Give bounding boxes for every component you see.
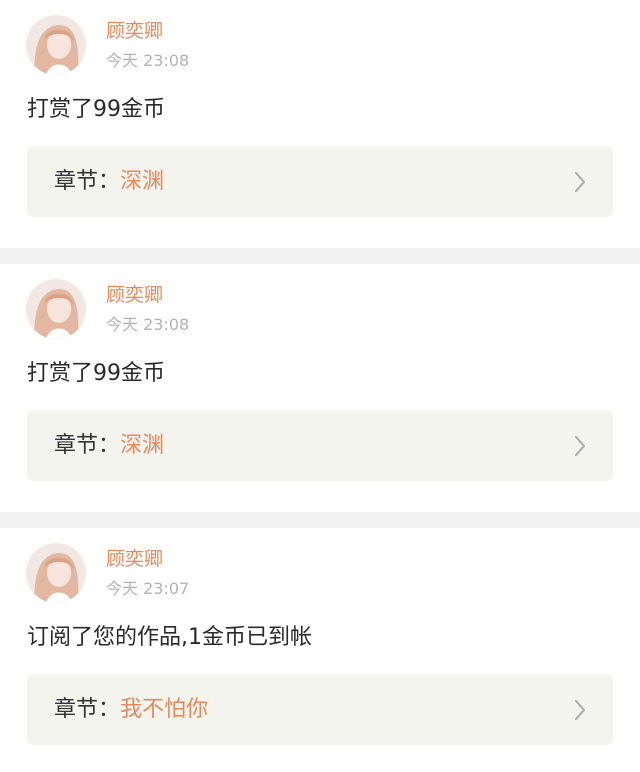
chapter-label-row: 章节：深渊	[54, 167, 164, 197]
username[interactable]: 顾奕卿	[106, 546, 163, 572]
notification-card: 顾奕卿 今天 23:08 打赏了99金币 章节：深渊	[0, 264, 640, 512]
chapter-link[interactable]: 章节：深渊	[27, 410, 613, 481]
chapter-title: 我不怕你	[120, 697, 209, 722]
chapter-label: 章节：	[54, 169, 121, 194]
message-text: 订阅了您的作品,1金币已到帐	[27, 625, 312, 650]
chapter-label: 章节：	[54, 433, 121, 458]
avatar[interactable]	[26, 543, 86, 603]
chapter-title: 深渊	[120, 169, 165, 194]
notification-card: 顾奕卿 今天 23:07 订阅了您的作品,1金币已到帐 章节：我不怕你	[0, 528, 640, 772]
notification-card: 顾奕卿 今天 23:08 打赏了99金币 章节：深渊	[0, 0, 640, 248]
chevron-right-icon	[574, 171, 586, 193]
username[interactable]: 顾奕卿	[106, 18, 163, 44]
timestamp: 今天 23:07	[106, 579, 190, 598]
chapter-label: 章节：	[54, 697, 121, 722]
username[interactable]: 顾奕卿	[106, 282, 163, 308]
message-text: 打赏了99金币	[27, 97, 165, 122]
avatar[interactable]	[26, 15, 86, 75]
avatar-image	[26, 15, 86, 75]
chapter-link[interactable]: 章节：我不怕你	[27, 674, 613, 745]
timestamp: 今天 23:08	[106, 51, 190, 70]
chapter-link[interactable]: 章节：深渊	[27, 146, 613, 217]
timestamp: 今天 23:08	[106, 315, 190, 334]
notification-feed: 顾奕卿 今天 23:08 打赏了99金币 章节：深渊 顾奕卿 今天 23:08 …	[0, 0, 640, 772]
chapter-label-row: 章节：我不怕你	[54, 695, 208, 725]
chapter-title: 深渊	[120, 433, 165, 458]
avatar[interactable]	[26, 279, 86, 339]
message-text: 打赏了99金币	[27, 361, 165, 386]
chevron-right-icon	[574, 435, 586, 457]
avatar-image	[26, 279, 86, 339]
avatar-image	[26, 543, 86, 603]
chevron-right-icon	[574, 699, 586, 721]
chapter-label-row: 章节：深渊	[54, 431, 164, 461]
